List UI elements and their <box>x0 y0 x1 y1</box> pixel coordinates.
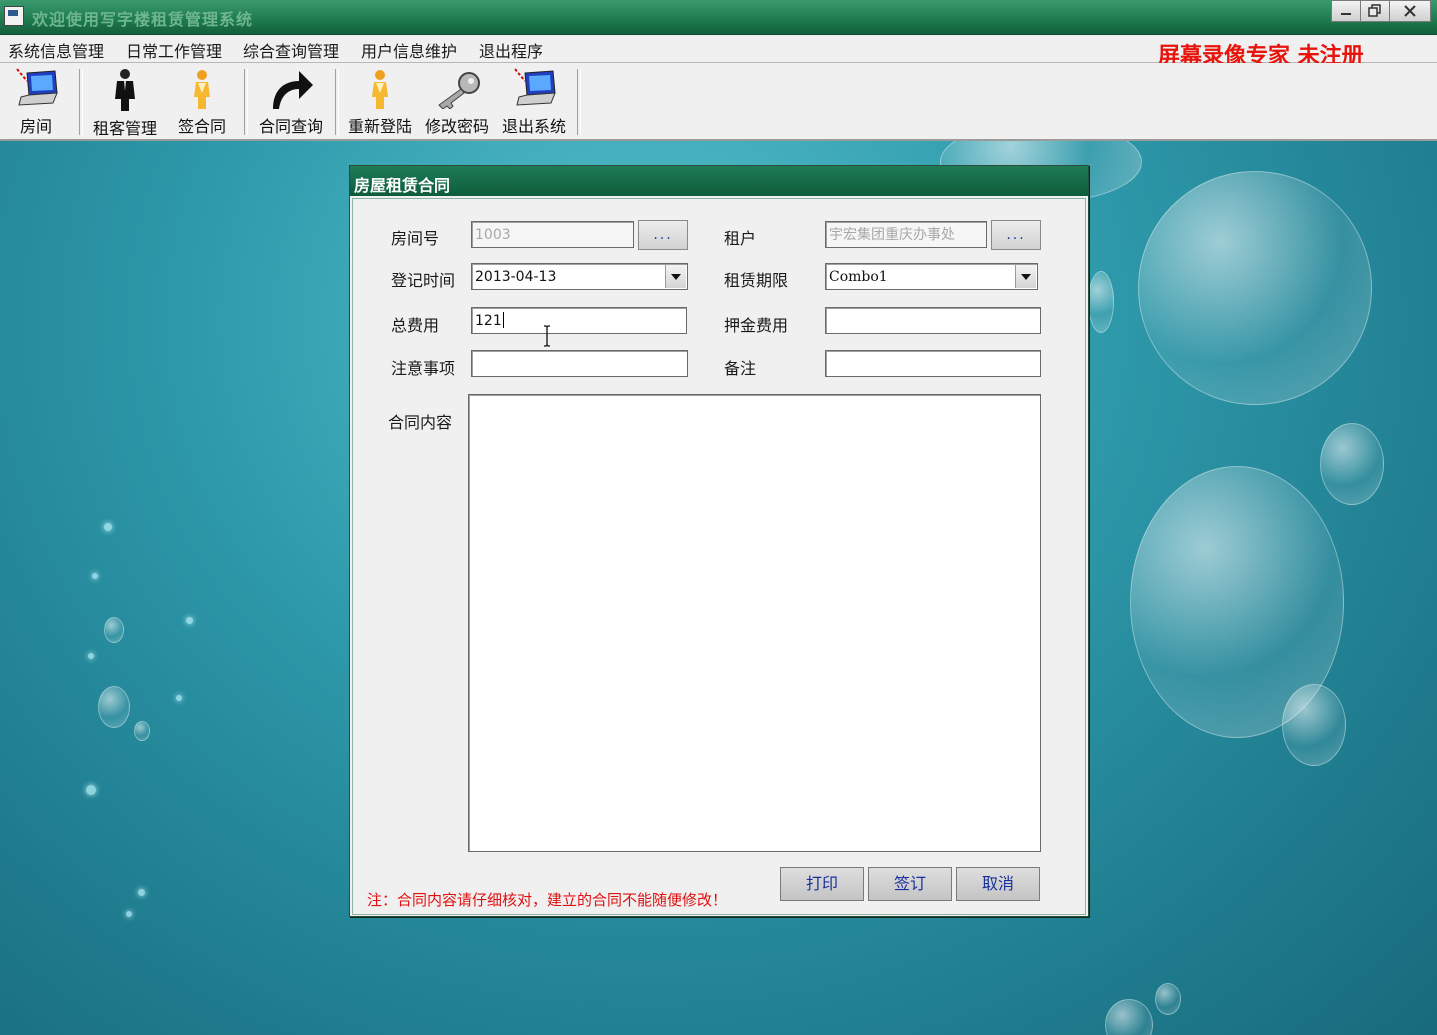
bubble-decoration <box>1155 983 1181 1015</box>
bubble-decoration <box>1282 684 1346 766</box>
remark-label: 备注 <box>724 359 757 378</box>
register-time-combo[interactable]: 2013-04-13 <box>471 263 688 290</box>
toolbar-separator <box>335 69 339 135</box>
person-icon <box>356 67 404 111</box>
app-icon <box>4 6 24 26</box>
bubble-decoration <box>1320 423 1384 505</box>
sign-button[interactable]: 签订 <box>868 867 952 901</box>
deposit-fee-label: 押金费用 <box>724 316 789 335</box>
bubble-decoration <box>1088 271 1114 333</box>
sparkle-decoration <box>138 889 145 896</box>
dialog-titlebar: 房屋租赁合同 <box>350 166 1088 196</box>
bubble-decoration <box>104 617 124 643</box>
toolbar-tenant-label: 租客管理 <box>92 119 157 138</box>
toolbar-change-password-button[interactable]: 修改密码 <box>422 67 492 137</box>
register-time-label: 登记时间 <box>391 271 456 290</box>
dropdown-arrow-button[interactable] <box>1015 265 1036 288</box>
print-button[interactable]: 打印 <box>780 867 864 901</box>
lease-term-combo[interactable]: Combo1 <box>825 263 1038 290</box>
laptop-icon <box>510 67 558 111</box>
bubble-decoration <box>98 686 130 728</box>
toolbar-contract-query-label: 合同查询 <box>258 117 323 136</box>
text-caret <box>502 312 504 328</box>
deposit-fee-field[interactable] <box>825 307 1041 334</box>
toolbar-exit-button[interactable]: 退出系统 <box>499 67 569 137</box>
contract-warning-note: 注：合同内容请仔细核对，建立的合同不能随便修改！ <box>367 891 728 909</box>
bubble-decoration <box>1105 999 1153 1035</box>
notes-field[interactable] <box>471 350 688 377</box>
toolbar-separator <box>577 69 581 135</box>
ibeam-cursor-icon <box>544 325 550 347</box>
dialog-body: 房间号 1003 ... 租户 宇宏集团重庆办事处 ... 登记时间 2013-… <box>352 198 1086 915</box>
total-fee-label: 总费用 <box>391 316 440 335</box>
total-fee-value: 121 <box>475 313 502 329</box>
rental-contract-dialog: 房屋租赁合同 房间号 1003 ... 租户 宇宏集团重庆办事处 ... 登记时… <box>349 165 1089 917</box>
room-lookup-button[interactable]: ... <box>638 220 688 250</box>
chevron-down-icon <box>671 273 681 280</box>
toolbar-relogin-label: 重新登陆 <box>347 117 412 136</box>
tenant-lookup-button[interactable]: ... <box>991 220 1041 250</box>
sparkle-decoration <box>186 617 193 624</box>
menu-daily-work[interactable]: 日常工作管理 <box>126 38 222 62</box>
cancel-button[interactable]: 取消 <box>956 867 1040 901</box>
sparkle-decoration <box>104 523 112 531</box>
register-time-value: 2013-04-13 <box>475 269 557 285</box>
chevron-down-icon <box>1021 273 1031 280</box>
curved-arrow-icon <box>267 67 315 111</box>
key-icon <box>433 67 481 111</box>
toolbar-separator <box>244 69 248 135</box>
total-fee-field[interactable]: 121 <box>471 307 687 334</box>
menu-exit[interactable]: 退出程序 <box>479 38 543 62</box>
sparkle-decoration <box>176 695 182 701</box>
contract-content-label: 合同内容 <box>388 413 453 432</box>
laptop-icon <box>12 67 60 111</box>
sparkle-decoration <box>88 653 94 659</box>
tenant-field[interactable]: 宇宏集团重庆办事处 <box>825 221 987 248</box>
sparkle-decoration <box>126 911 132 917</box>
room-no-field[interactable]: 1003 <box>471 221 634 248</box>
close-icon <box>1404 5 1416 17</box>
toolbar-relogin-button[interactable]: 重新登陆 <box>345 67 415 137</box>
toolbar-tenant-button[interactable]: 租客管理 <box>90 67 160 138</box>
restore-button[interactable] <box>1360 0 1390 22</box>
lease-term-label: 租赁期限 <box>724 271 789 290</box>
toolbar-sign-contract-button[interactable]: 签合同 <box>175 67 229 137</box>
sparkle-decoration <box>86 785 96 795</box>
person-icon <box>178 67 226 111</box>
toolbar-room-button[interactable]: 房间 <box>10 67 62 137</box>
window-titlebar: 欢迎使用写字楼租赁管理系统 <box>0 0 1437 35</box>
toolbar-change-password-label: 修改密码 <box>424 117 489 136</box>
remark-field[interactable] <box>825 350 1041 377</box>
toolbar: 房间 租客管理 签合同 合同查询 重新登陆 修改密码 退出系统 <box>0 63 1437 141</box>
sparkle-decoration <box>92 573 98 579</box>
room-no-label: 房间号 <box>391 229 440 248</box>
menu-system-info[interactable]: 系统信息管理 <box>8 38 104 62</box>
minimize-button[interactable] <box>1331 0 1361 22</box>
toolbar-separator <box>79 69 83 135</box>
dropdown-arrow-button[interactable] <box>665 265 686 288</box>
contract-content-textarea[interactable] <box>468 394 1041 852</box>
bubble-decoration <box>134 721 150 741</box>
toolbar-exit-label: 退出系统 <box>501 117 566 136</box>
lease-term-value: Combo1 <box>829 269 888 285</box>
menu-query[interactable]: 综合查询管理 <box>243 38 339 62</box>
minimize-icon <box>1341 13 1351 15</box>
tenant-label: 租户 <box>724 229 757 248</box>
menu-user-info[interactable]: 用户信息维护 <box>361 38 457 62</box>
toolbar-contract-query-button[interactable]: 合同查询 <box>255 67 327 137</box>
dialog-title: 房屋租赁合同 <box>354 176 451 195</box>
bubble-decoration <box>1138 171 1372 405</box>
close-button[interactable] <box>1389 0 1431 22</box>
notes-label: 注意事项 <box>391 359 456 378</box>
restore-icon <box>1368 4 1381 17</box>
person-suit-icon <box>101 67 149 113</box>
window-title: 欢迎使用写字楼租赁管理系统 <box>32 10 254 29</box>
toolbar-room-label: 房间 <box>19 117 52 136</box>
window-controls <box>1331 0 1431 22</box>
toolbar-sign-contract-label: 签合同 <box>177 117 226 136</box>
